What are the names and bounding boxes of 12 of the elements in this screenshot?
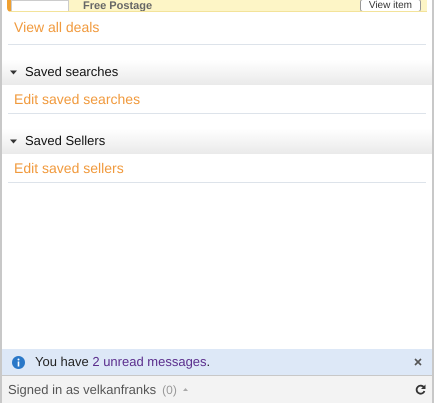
- signed-in-text: Signed in as velkanfranks: [8, 380, 156, 399]
- unread-messages-link[interactable]: 2 unread messages: [92, 354, 207, 370]
- unread-messages-notice: You have 2 unread messages.: [35, 353, 210, 372]
- view-item-button[interactable]: View item: [360, 0, 421, 11]
- count-text: (0): [162, 382, 177, 398]
- caret-down-icon: [10, 138, 17, 144]
- caret-down-icon: [10, 68, 17, 76]
- photo-placeholder: [11, 0, 69, 11]
- info-icon: [12, 356, 25, 368]
- close-button[interactable]: [414, 358, 422, 366]
- refresh-icon[interactable]: [415, 384, 426, 395]
- shipping-text: Free Postage: [83, 0, 152, 11]
